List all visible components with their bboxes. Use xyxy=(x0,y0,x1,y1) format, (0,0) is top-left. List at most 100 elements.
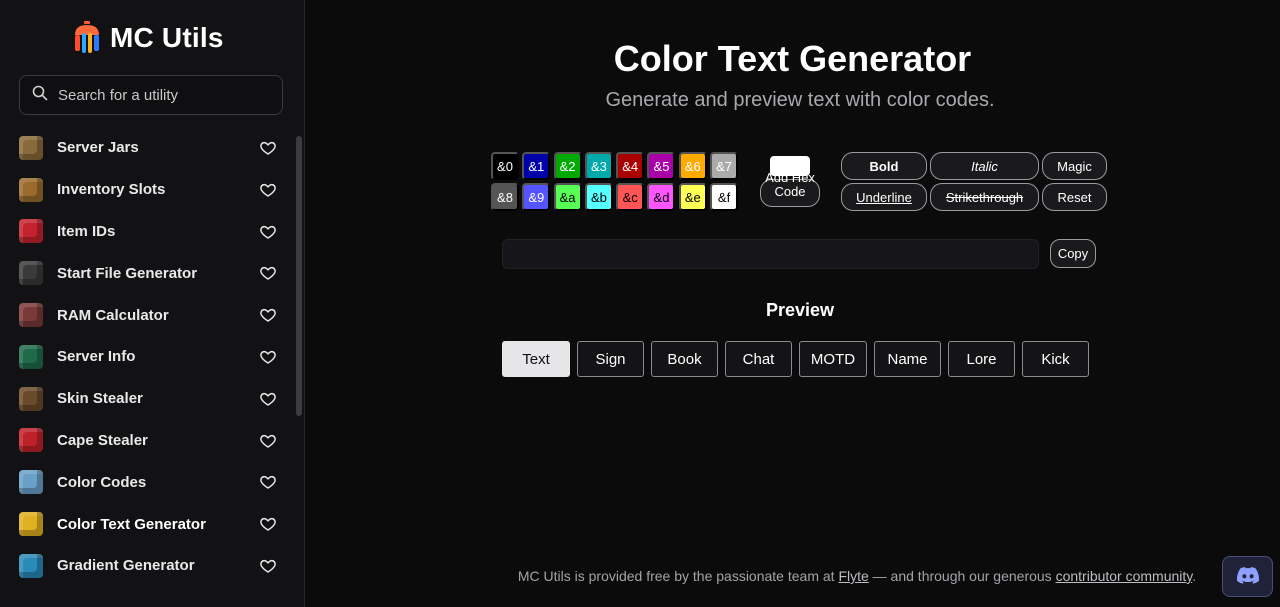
page-subtitle: Generate and preview text with color cod… xyxy=(605,89,995,111)
preview-tab-motd[interactable]: MOTD xyxy=(799,341,867,377)
preview-tab-chat[interactable]: Chat xyxy=(725,341,792,377)
favorite-heart-icon[interactable] xyxy=(260,558,276,574)
color-code-0[interactable]: &0 xyxy=(491,152,519,180)
sidebar-item-label: Item IDs xyxy=(57,222,116,240)
sidebar-item-label: Skin Stealer xyxy=(57,390,143,408)
flyte-link[interactable]: Flyte xyxy=(838,568,868,584)
sidebar-nav: Server Jars Inventory Slots Item IDs Start … xyxy=(0,127,292,587)
sidebar-item-ram-calculator[interactable]: RAM Calculator xyxy=(0,294,292,336)
footer: MC Utils is provided free by the passion… xyxy=(305,568,1280,584)
favorite-heart-icon[interactable] xyxy=(260,224,276,240)
color-code-palette: &0 &1 &2 &3 &4 &5 &6 &7 &8 &9 &a &b &c &d &e &f xyxy=(491,152,739,211)
preview-tab-text[interactable]: Text xyxy=(502,341,570,377)
discord-icon xyxy=(1236,566,1259,587)
italic-button[interactable]: Italic xyxy=(930,152,1039,180)
color-code-5[interactable]: &5 xyxy=(647,152,676,180)
underline-button[interactable]: Underline xyxy=(841,183,927,211)
sidebar-item-label: Gradient Generator xyxy=(57,557,195,575)
color-code-1[interactable]: &1 xyxy=(522,152,551,180)
preview-tab-sign[interactable]: Sign xyxy=(577,341,644,377)
color-code-b[interactable]: &b xyxy=(584,183,613,211)
color-code-9[interactable]: &9 xyxy=(522,183,551,211)
sidebar-item-cape-stealer[interactable]: Cape Stealer xyxy=(0,420,292,462)
sidebar-item-server-jars[interactable]: Server Jars xyxy=(0,127,292,169)
favorite-heart-icon[interactable] xyxy=(260,516,276,532)
sidebar: MC Utils Server Jars Inventory Slots Item … xyxy=(0,0,305,607)
sidebar-item-color-text-generator[interactable]: Color Text Generator xyxy=(0,503,292,545)
glass-block-icon xyxy=(19,470,43,495)
search-icon xyxy=(32,85,48,106)
sculk-icon xyxy=(19,344,43,369)
favorite-heart-icon[interactable] xyxy=(260,349,276,365)
add-hex-code-label: Add Hex Code xyxy=(765,170,815,199)
preview-tab-book[interactable]: Book xyxy=(651,341,718,377)
favorite-heart-icon[interactable] xyxy=(260,307,276,323)
mc-utils-logo-icon xyxy=(72,21,102,55)
brand-name: MC Utils xyxy=(110,22,224,53)
search-input[interactable] xyxy=(58,86,258,104)
footer-middle: — and through our generous xyxy=(868,568,1056,584)
favorite-heart-icon[interactable] xyxy=(260,182,276,198)
color-code-c[interactable]: &c xyxy=(616,183,645,211)
rainbow-cube-icon xyxy=(19,512,43,537)
preview-tab-kick[interactable]: Kick xyxy=(1022,341,1089,377)
page-title: Color Text Generator xyxy=(613,38,972,79)
sidebar-item-label: RAM Calculator xyxy=(57,306,169,324)
sidebar-item-gradient-generator[interactable]: Gradient Generator xyxy=(0,545,292,587)
color-code-3[interactable]: &3 xyxy=(584,152,613,180)
bold-button[interactable]: Bold xyxy=(841,152,927,180)
sidebar-item-inventory-slots[interactable]: Inventory Slots xyxy=(0,169,292,211)
sidebar-item-start-file-generator[interactable]: Start File Generator xyxy=(0,252,292,294)
brand[interactable]: MC Utils xyxy=(72,18,224,58)
cape-icon xyxy=(19,428,43,453)
sidebar-item-label: Color Text Generator xyxy=(57,515,206,533)
color-code-f[interactable]: &f xyxy=(710,183,739,211)
gradient-cube-icon xyxy=(19,553,43,578)
player-head-icon xyxy=(19,386,43,411)
server-jars-icon xyxy=(19,135,43,160)
sidebar-item-color-codes[interactable]: Color Codes xyxy=(0,461,292,503)
color-text-input[interactable] xyxy=(502,239,1039,269)
favorite-heart-icon[interactable] xyxy=(260,391,276,407)
add-hex-code-button[interactable]: Add Hex Code xyxy=(760,171,820,207)
magic-button[interactable]: Magic xyxy=(1042,152,1107,180)
preview-tab-lore[interactable]: Lore xyxy=(948,341,1015,377)
reset-button[interactable]: Reset xyxy=(1042,183,1107,211)
discord-button[interactable] xyxy=(1222,556,1273,597)
sidebar-item-label: Inventory Slots xyxy=(57,181,166,199)
color-code-4[interactable]: &4 xyxy=(616,152,645,180)
color-code-d[interactable]: &d xyxy=(647,183,676,211)
contributor-community-link[interactable]: contributor community xyxy=(1056,568,1193,584)
favorite-heart-icon[interactable] xyxy=(260,433,276,449)
sidebar-item-item-ids[interactable]: Item IDs xyxy=(0,211,292,253)
favorite-heart-icon[interactable] xyxy=(260,265,276,281)
favorite-heart-icon[interactable] xyxy=(260,474,276,490)
favorite-heart-icon[interactable] xyxy=(260,140,276,156)
sidebar-item-label: Start File Generator xyxy=(57,264,198,282)
sidebar-item-label: Server Jars xyxy=(57,139,139,157)
command-block-icon xyxy=(19,261,43,286)
color-code-6[interactable]: &6 xyxy=(678,152,707,180)
search-box[interactable] xyxy=(19,75,283,115)
copy-button[interactable]: Copy xyxy=(1050,239,1096,268)
color-code-a[interactable]: &a xyxy=(553,183,582,211)
color-code-8[interactable]: &8 xyxy=(491,183,519,211)
preview-tab-name[interactable]: Name xyxy=(874,341,941,377)
footer-prefix: MC Utils is provided free by the passion… xyxy=(517,568,839,584)
preview-title: Preview xyxy=(765,300,835,320)
app-root: MC Utils Server Jars Inventory Slots Item … xyxy=(0,0,1280,607)
redstone-icon xyxy=(19,303,43,328)
sidebar-scrollbar[interactable] xyxy=(296,136,302,416)
sidebar-item-label: Color Codes xyxy=(57,473,147,491)
chest-icon xyxy=(19,177,43,202)
apple-icon xyxy=(19,219,43,244)
sidebar-item-label: Cape Stealer xyxy=(57,431,148,449)
sidebar-item-skin-stealer[interactable]: Skin Stealer xyxy=(0,378,292,420)
strikethrough-button[interactable]: Strikethrough xyxy=(930,183,1039,211)
color-code-7[interactable]: &7 xyxy=(710,152,739,180)
footer-suffix: . xyxy=(1192,568,1197,584)
sidebar-item-server-info[interactable]: Server Info xyxy=(0,336,292,378)
color-code-2[interactable]: &2 xyxy=(553,152,582,180)
sidebar-item-label: Server Info xyxy=(57,348,136,366)
color-code-e[interactable]: &e xyxy=(678,183,707,211)
